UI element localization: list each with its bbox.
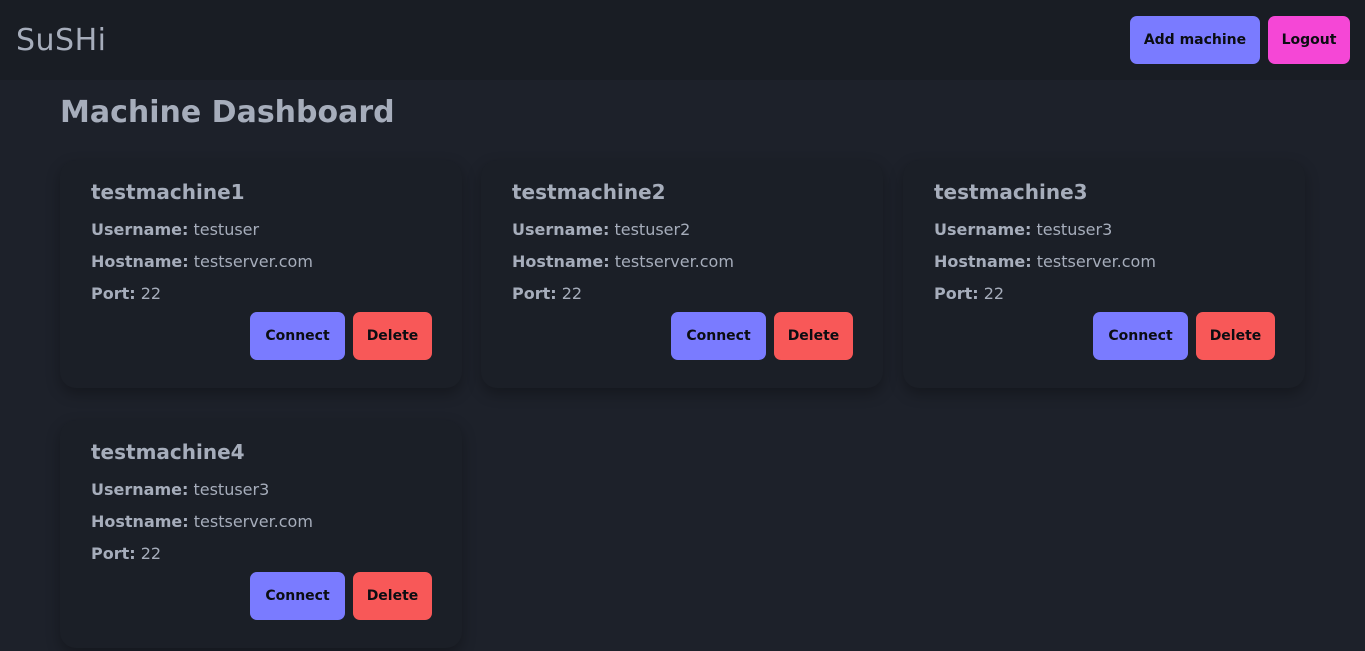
add-machine-button[interactable]: Add machine bbox=[1130, 16, 1260, 64]
hostname-label: Hostname: bbox=[512, 252, 610, 271]
port-label: Port: bbox=[512, 284, 557, 303]
delete-button[interactable]: Delete bbox=[1196, 312, 1275, 360]
port-field: Port: 22 bbox=[934, 278, 1274, 310]
username-value: testuser bbox=[193, 220, 260, 239]
machine-card: testmachine1 Username: testuser Hostname… bbox=[60, 160, 462, 388]
port-value: 22 bbox=[983, 284, 1005, 303]
card-actions: Connect Delete bbox=[250, 312, 432, 360]
card-actions: Connect Delete bbox=[671, 312, 853, 360]
connect-button[interactable]: Connect bbox=[671, 312, 766, 360]
username-label: Username: bbox=[91, 220, 189, 239]
machine-name: testmachine2 bbox=[512, 180, 666, 204]
hostname-value: testserver.com bbox=[193, 512, 313, 531]
username-field: Username: testuser3 bbox=[91, 474, 431, 506]
hostname-label: Hostname: bbox=[934, 252, 1032, 271]
machine-card: testmachine2 Username: testuser2 Hostnam… bbox=[481, 160, 883, 388]
port-label: Port: bbox=[91, 544, 136, 563]
delete-button[interactable]: Delete bbox=[774, 312, 853, 360]
navbar: SuSHi Add machine Logout bbox=[0, 0, 1365, 80]
port-field: Port: 22 bbox=[91, 278, 431, 310]
machine-card: testmachine3 Username: testuser3 Hostnam… bbox=[903, 160, 1305, 388]
port-label: Port: bbox=[934, 284, 979, 303]
username-label: Username: bbox=[512, 220, 610, 239]
username-label: Username: bbox=[91, 480, 189, 499]
hostname-field: Hostname: testserver.com bbox=[934, 246, 1274, 278]
hostname-value: testserver.com bbox=[1036, 252, 1156, 271]
machine-name: testmachine1 bbox=[91, 180, 245, 204]
connect-button[interactable]: Connect bbox=[250, 312, 345, 360]
port-field: Port: 22 bbox=[91, 538, 431, 570]
hostname-field: Hostname: testserver.com bbox=[512, 246, 852, 278]
hostname-label: Hostname: bbox=[91, 512, 189, 531]
hostname-field: Hostname: testserver.com bbox=[91, 246, 431, 278]
delete-button[interactable]: Delete bbox=[353, 312, 432, 360]
card-actions: Connect Delete bbox=[250, 572, 432, 620]
brand-logo[interactable]: SuSHi bbox=[16, 23, 107, 58]
port-value: 22 bbox=[140, 544, 162, 563]
logout-button[interactable]: Logout bbox=[1268, 16, 1350, 64]
hostname-label: Hostname: bbox=[91, 252, 189, 271]
port-value: 22 bbox=[561, 284, 583, 303]
username-value: testuser3 bbox=[1036, 220, 1113, 239]
card-actions: Connect Delete bbox=[1093, 312, 1275, 360]
username-field: Username: testuser2 bbox=[512, 214, 852, 246]
hostname-value: testserver.com bbox=[193, 252, 313, 271]
connect-button[interactable]: Connect bbox=[250, 572, 345, 620]
page-title: Machine Dashboard bbox=[60, 95, 395, 130]
port-label: Port: bbox=[91, 284, 136, 303]
machine-name: testmachine3 bbox=[934, 180, 1088, 204]
port-value: 22 bbox=[140, 284, 162, 303]
username-value: testuser2 bbox=[614, 220, 691, 239]
hostname-field: Hostname: testserver.com bbox=[91, 506, 431, 538]
username-field: Username: testuser bbox=[91, 214, 431, 246]
navbar-actions: Add machine Logout bbox=[1130, 16, 1350, 64]
machine-name: testmachine4 bbox=[91, 440, 245, 464]
username-label: Username: bbox=[934, 220, 1032, 239]
port-field: Port: 22 bbox=[512, 278, 852, 310]
username-value: testuser3 bbox=[193, 480, 270, 499]
machine-card: testmachine4 Username: testuser3 Hostnam… bbox=[60, 420, 462, 648]
connect-button[interactable]: Connect bbox=[1093, 312, 1188, 360]
username-field: Username: testuser3 bbox=[934, 214, 1274, 246]
hostname-value: testserver.com bbox=[614, 252, 734, 271]
delete-button[interactable]: Delete bbox=[353, 572, 432, 620]
